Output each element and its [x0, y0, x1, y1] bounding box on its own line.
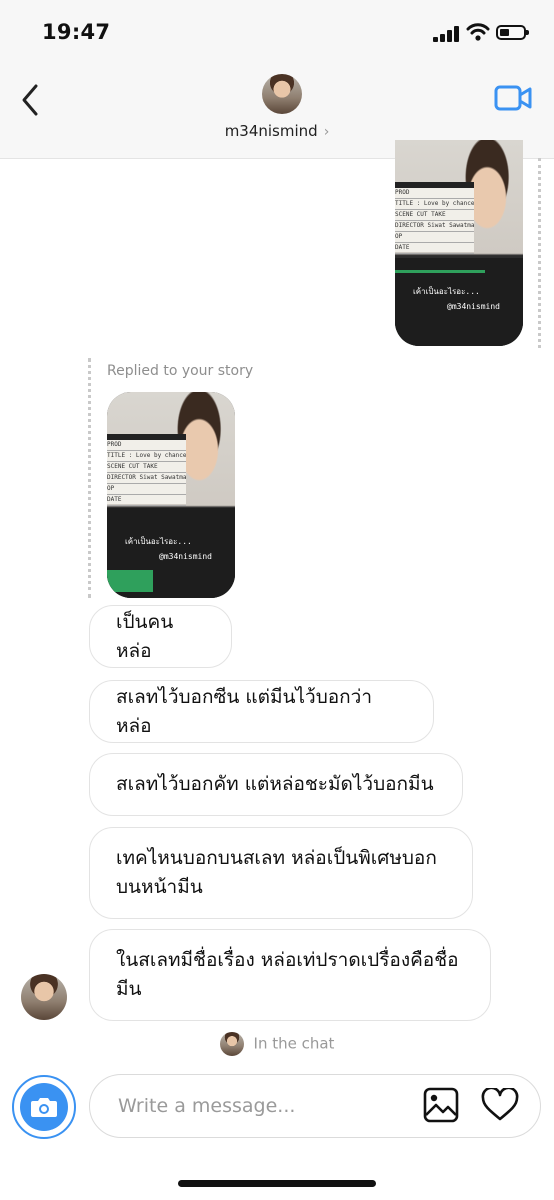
message-input-placeholder: Write a message...: [118, 1095, 296, 1117]
gallery-icon[interactable]: [423, 1087, 459, 1123]
story-overlay-text: เค้าเป็นอะไรอะ...: [413, 287, 480, 296]
story-overlay-text: เค้าเป็นอะไรอะ...: [125, 537, 192, 546]
username-text: m34nismind: [224, 122, 318, 140]
in-chat-avatar: [219, 1032, 244, 1056]
sent-story-thumbnail[interactable]: PROD TITLE : Love by chance บังเอิญรัก S…: [395, 140, 523, 346]
message-bubble[interactable]: ในสเลทมีชื่อเรื่อง หล่อเท่ปราดเปรื่องคือ…: [89, 929, 491, 1021]
clapperboard-image: PROD TITLE : Love by chance บังเอิญรัก S…: [107, 434, 187, 506]
clapperboard-image: PROD TITLE : Love by chance บังเอิญรัก S…: [395, 182, 475, 254]
back-arrow-icon[interactable]: [16, 80, 48, 120]
home-indicator: [178, 1180, 376, 1187]
profile-avatar[interactable]: [262, 74, 302, 114]
message-bubble[interactable]: สเลทไว้บอกซีน แต่มีนไว้บอกว่าหล่อ: [89, 680, 434, 743]
sender-avatar[interactable]: [21, 974, 67, 1020]
message-text: ในสเลทมีชื่อเรื่อง หล่อเท่ปราดเปรื่องคือ…: [116, 949, 459, 971]
wifi-icon: [466, 23, 490, 41]
message-input[interactable]: Write a message...: [89, 1074, 541, 1138]
camera-button[interactable]: [12, 1075, 76, 1139]
signal-icon: [433, 26, 461, 42]
story-tag: @m34nismind: [159, 552, 212, 561]
camera-icon: [31, 1098, 57, 1117]
status-bar: 19:47: [0, 0, 554, 62]
heart-icon[interactable]: [481, 1088, 519, 1122]
in-chat-indicator: In the chat: [0, 1032, 554, 1056]
sent-thread-line: [538, 158, 541, 348]
message-text: มีน: [116, 978, 142, 1000]
message-bubble[interactable]: สเลทไว้บอกคัท แต่หล่อชะมัดไว้บอกมีน: [89, 753, 463, 816]
story-tag: @m34nismind: [447, 302, 500, 311]
profile-username[interactable]: m34nismind ›: [0, 122, 554, 140]
chevron-right-icon: ›: [323, 124, 330, 140]
message-text: สเลทไว้บอกซีน แต่มีนไว้บอกว่าหล่อ: [116, 685, 373, 737]
battery-icon: [496, 25, 529, 40]
message-text: เทคไหนบอกบนสเลท หล่อเป็นพิเศษบอก: [116, 847, 437, 869]
message-text: เป็นคนหล่อ: [116, 610, 174, 662]
video-camera-icon[interactable]: [494, 84, 532, 112]
reply-thread-line: [88, 358, 91, 598]
replied-label: Replied to your story: [107, 363, 254, 379]
replied-story-thumbnail[interactable]: PROD TITLE : Love by chance บังเอิญรัก S…: [107, 392, 235, 598]
in-chat-label: In the chat: [253, 1034, 335, 1053]
message-bubble[interactable]: เป็นคนหล่อ: [89, 605, 232, 668]
status-time: 19:47: [42, 20, 111, 44]
message-text: บนหน้ามีน: [116, 876, 203, 898]
message-bubble[interactable]: เทคไหนบอกบนสเลท หล่อเป็นพิเศษบอก บนหน้าม…: [89, 827, 473, 919]
message-text: สเลทไว้บอกคัท แต่หล่อชะมัดไว้บอกมีน: [116, 773, 434, 795]
